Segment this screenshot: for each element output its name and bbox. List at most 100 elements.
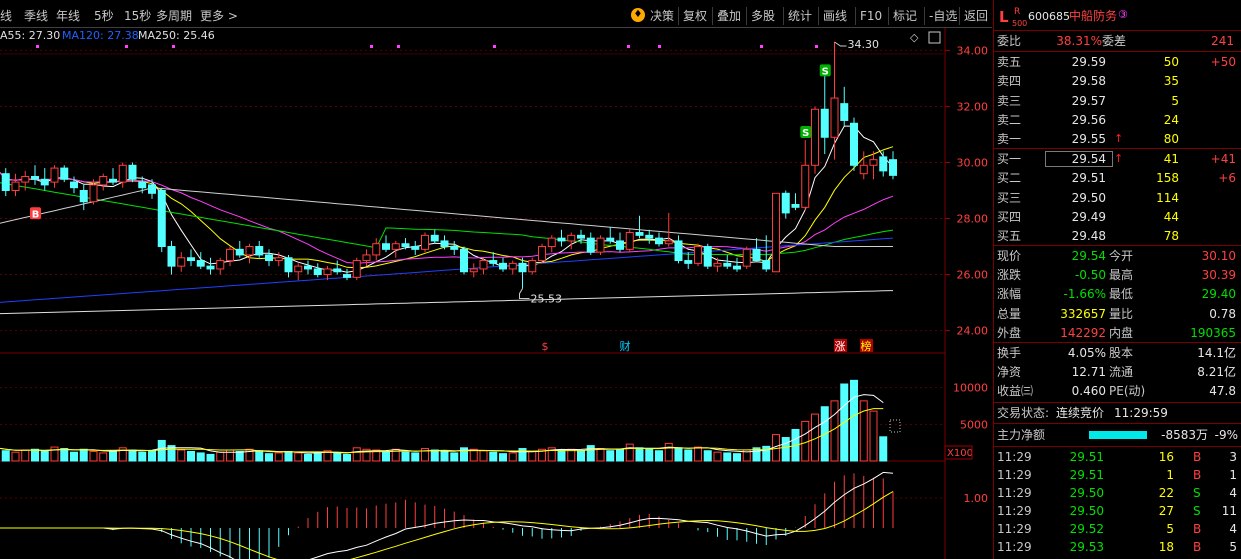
toolbar-btn-9[interactable]: 返回	[964, 7, 988, 25]
candle-body	[879, 156, 888, 172]
candle-body	[255, 246, 264, 256]
toolbar-btn-1[interactable]: 复权	[683, 7, 707, 25]
asks-row[interactable]: 卖三 29.57 5	[994, 92, 1241, 110]
volume-bar	[313, 451, 322, 462]
candle-body	[625, 232, 634, 250]
volume-bar	[528, 450, 537, 462]
volume-bar	[684, 449, 693, 462]
ma-legend-item: MA120: 27.38	[62, 29, 139, 42]
bids-row[interactable]: 买一 29.54 ↑ 41 +41	[994, 150, 1241, 168]
weicha-label: 委差	[1102, 34, 1127, 48]
bids-row[interactable]: 买五 29.48 78	[994, 227, 1241, 245]
tick-count: 1	[1229, 468, 1237, 482]
toolbar-btn-5[interactable]: 画线	[823, 7, 847, 25]
tick-row[interactable]: 11:29 29.51 16 B 3	[994, 448, 1241, 466]
info-circle-icon[interactable]: ③	[1118, 6, 1128, 24]
fundamental-value: 12.71	[1071, 365, 1106, 380]
price-axis-label: 24.00	[957, 325, 989, 338]
stat-label: 涨跌	[997, 268, 1022, 283]
asks-row[interactable]: 卖二 29.56 24	[994, 111, 1241, 129]
fundamental-row: 收益㈢ 0.460 PE(动) 47.8	[994, 382, 1241, 400]
lightbulb-icon[interactable]: ♦	[631, 8, 645, 22]
toolbar-period-3-button[interactable]: 5秒	[94, 7, 114, 25]
toolbar-btn-2[interactable]: 叠加	[717, 7, 741, 25]
toolbar-more-button[interactable]: 更多 >	[200, 7, 238, 25]
asks-row[interactable]: 卖四 29.58 35	[994, 72, 1241, 90]
chart-toolbar: 线季线 年线 5秒 15秒 多周期 更多 > 决策 复权 叠加 多股 统计 画线 F10 标记 -自选 返回 ♦	[0, 0, 992, 28]
candle-body	[694, 246, 702, 264]
separator	[994, 30, 1241, 31]
volume-bar	[177, 449, 186, 462]
volume-bar	[60, 448, 69, 462]
toolbar-divider	[855, 7, 856, 25]
fundamental-label-2: 流通	[1109, 365, 1134, 380]
toolbar-btn-6[interactable]: F10	[860, 7, 882, 25]
signal-marker: S	[822, 66, 829, 77]
candle-body	[528, 260, 537, 273]
tick-count: 5	[1229, 540, 1237, 554]
toolbar-btn-8[interactable]: -自选	[929, 7, 957, 25]
tick-row[interactable]: 11:29 29.51 1 B 1	[994, 466, 1241, 484]
event-label: 榜	[861, 339, 872, 353]
bids-label: 买四	[997, 209, 1022, 224]
toolbar-divider	[924, 7, 925, 25]
bids-row[interactable]: 买四 29.49 44	[994, 208, 1241, 226]
toolbar-period-2-button[interactable]: 年线	[56, 7, 80, 25]
toolbar-btn-3[interactable]: 多股	[751, 7, 775, 25]
candle-body	[50, 167, 59, 183]
stat-value-2: 30.39	[1201, 268, 1236, 283]
volume-bar	[50, 446, 59, 462]
main-flow-row[interactable]: 主力净额 -8583万 -9%	[994, 426, 1241, 444]
bids-label: 买三	[997, 190, 1022, 205]
candle-body	[109, 178, 117, 183]
asks-row[interactable]: 卖一 29.55 ↑ 80	[994, 130, 1241, 148]
tick-row[interactable]: 11:29 29.53 18 B 5	[994, 538, 1241, 556]
stat-label-2: 今开	[1109, 249, 1134, 263]
candle-body	[304, 265, 312, 270]
bids-label: 买一	[997, 152, 1022, 166]
bids-label: 买五	[997, 229, 1022, 244]
stat-label-2: 内盘	[1109, 325, 1134, 340]
kline-chart-svg[interactable]: 34.00 32.00 30.00 28.00 26.00 24.00 10000 5000 X…	[0, 28, 992, 559]
volume-bar	[723, 452, 732, 462]
tick-row[interactable]: 11:29 29.50 22 S 4	[994, 484, 1241, 502]
asks-row[interactable]: 卖五 29.59 50 +50	[994, 53, 1241, 71]
stock-name[interactable]: 中船防务	[1069, 7, 1117, 25]
bids-volume: 44	[1163, 209, 1179, 224]
candle-body	[70, 181, 78, 189]
tick-time: 11:29	[997, 522, 1032, 536]
toolbar-btn-7[interactable]: 标记	[893, 7, 917, 25]
event-dot	[370, 45, 373, 48]
tick-row[interactable]: 11:29 29.52 5 B 4	[994, 520, 1241, 538]
volume-bar	[762, 445, 771, 462]
kline-chart-area[interactable]: 34.00 32.00 30.00 28.00 26.00 24.00 10000 5000 X…	[0, 28, 992, 559]
tick-direction: B	[1193, 540, 1202, 554]
tick-row[interactable]: 11:29 29.50 27 S 11	[994, 502, 1241, 520]
candle-body	[177, 257, 186, 267]
stat-label-2: 最高	[1109, 268, 1134, 283]
bids-row[interactable]: 买二 29.51 158 +6	[994, 169, 1241, 187]
fundamental-label-2: 股本	[1109, 346, 1134, 360]
stat-label: 涨幅	[997, 287, 1022, 302]
toolbar-period-1-button[interactable]: 季线	[24, 7, 48, 25]
candle-body	[889, 159, 897, 176]
volume-bar	[284, 450, 293, 462]
stat-value-2: 0.78	[1209, 306, 1236, 321]
toolbar-btn-0[interactable]: 决策	[650, 7, 674, 25]
toolbar-btn-4[interactable]: 统计	[788, 7, 812, 25]
bids-row[interactable]: 买三 29.50 114	[994, 189, 1241, 207]
volume-bar	[489, 451, 498, 462]
price-axis-label: 26.00	[957, 269, 989, 282]
toolbar-period-4-button[interactable]: 15秒	[124, 7, 151, 25]
toolbar-period-0-button[interactable]: 线	[0, 7, 12, 25]
tick-count: 11	[1221, 504, 1237, 518]
tick-time: 11:29	[997, 468, 1032, 482]
main-flow-bar	[1089, 431, 1147, 439]
candle-body	[21, 175, 30, 183]
up-arrow-icon: ↑	[1114, 152, 1124, 165]
toolbar-period-5-button[interactable]: 多周期	[156, 7, 192, 25]
volume-bar	[157, 439, 166, 462]
volume-bar	[577, 450, 585, 462]
volume-bar	[40, 450, 49, 462]
fundamental-label-2: PE(动)	[1109, 384, 1146, 399]
